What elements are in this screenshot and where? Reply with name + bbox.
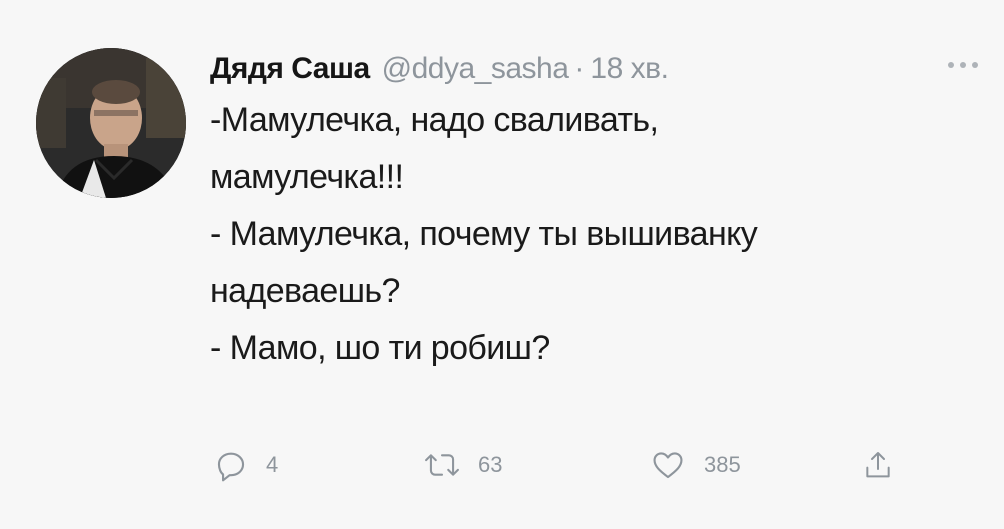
avatar-image <box>36 48 186 198</box>
reply-count: 4 <box>266 452 279 477</box>
author-name[interactable]: Дядя Саша <box>210 46 370 92</box>
header-separator: · <box>574 52 585 85</box>
share-icon <box>866 452 890 478</box>
share-button[interactable] <box>862 440 894 490</box>
tweet-text-line: надеваешь? <box>210 272 400 310</box>
retweet-icon <box>425 454 459 476</box>
heart-icon <box>653 452 683 479</box>
avatar[interactable] <box>36 48 186 198</box>
tweet-card[interactable]: Дядя Саша @ddya_sasha · 18 хв. -Мамулечк… <box>0 0 1004 529</box>
tweet-header: Дядя Саша @ddya_sasha · 18 хв. <box>210 46 970 92</box>
author-handle[interactable]: @ddya_sasha <box>382 46 569 92</box>
tweet-timestamp[interactable]: 18 хв. <box>590 46 668 92</box>
tweet-text: -Мамулечка, надо сваливать, мамулечка!!!… <box>210 92 970 377</box>
reply-button[interactable]: 4 <box>214 440 278 490</box>
tweet-content: Дядя Саша @ddya_sasha · 18 хв. -Мамулечк… <box>210 46 978 377</box>
like-button[interactable]: 385 <box>650 440 741 490</box>
reply-icon <box>217 452 245 482</box>
tweet-text-line: - Мамо, шо ти робиш? <box>210 329 550 367</box>
tweet-text-line: -Мамулечка, надо сваливать, <box>210 101 659 139</box>
retweet-count: 63 <box>478 452 503 477</box>
tweet-text-line: - Мамулечка, почему ты вышиванку <box>210 215 758 253</box>
tweet-text-line: мамулечка!!! <box>210 158 404 196</box>
retweet-button[interactable]: 63 <box>424 440 502 490</box>
like-count: 385 <box>704 452 741 477</box>
tweet-actions: 4 63 385 <box>214 440 934 490</box>
more-icon[interactable] <box>948 60 978 70</box>
